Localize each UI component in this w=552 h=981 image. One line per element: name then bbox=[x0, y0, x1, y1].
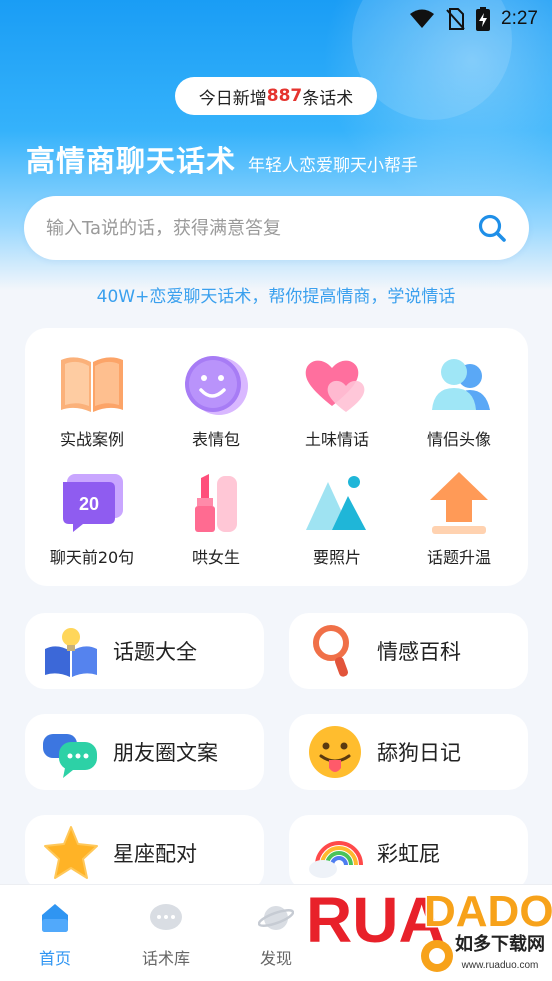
card-topic-collection[interactable]: 话题大全 bbox=[25, 613, 264, 689]
card-emotion-encyclopedia[interactable]: 情感百科 bbox=[289, 613, 528, 689]
svg-text:www.ruaduo.com: www.ruaduo.com bbox=[461, 960, 539, 971]
grid-item-first-20[interactable]: 20 聊天前20句 bbox=[32, 468, 152, 578]
banner-suffix: 条话术 bbox=[302, 88, 354, 109]
grid-item-stickers[interactable]: 表情包 bbox=[156, 350, 276, 460]
grid-item-couple-avatars[interactable]: 情侣头像 bbox=[399, 350, 519, 460]
banner-prefix: 今日新增 bbox=[198, 88, 267, 109]
nav-label: 发现 bbox=[259, 949, 292, 968]
svg-text:20: 20 bbox=[79, 494, 99, 514]
open-book-icon bbox=[57, 350, 127, 420]
home-icon bbox=[42, 904, 68, 932]
banner-count: 887 bbox=[266, 86, 303, 106]
card-label: 情感百科 bbox=[377, 640, 461, 664]
chat-bubbles-icon bbox=[43, 724, 99, 780]
card-label: 朋友圈文案 bbox=[113, 741, 218, 765]
chat-20-icon: 20 bbox=[57, 468, 127, 538]
grid-label: 实战案例 bbox=[59, 430, 124, 449]
up-arrow-icon bbox=[424, 468, 494, 538]
card-label: 星座配对 bbox=[113, 842, 197, 866]
rainbow-cloud-icon bbox=[307, 825, 363, 881]
search-bar bbox=[24, 196, 529, 260]
card-zodiac-match[interactable]: 星座配对 bbox=[25, 815, 264, 891]
app-subtitle: 年轻人恋爱聊天小帮手 bbox=[248, 156, 419, 176]
smiley-icon bbox=[181, 350, 251, 420]
card-label: 舔狗日记 bbox=[377, 741, 461, 765]
card-label: 话题大全 bbox=[113, 640, 197, 664]
hearts-icon bbox=[302, 350, 372, 420]
couple-avatar-icon bbox=[424, 350, 494, 420]
status-time: 2:27 bbox=[501, 8, 538, 29]
nav-label: 首页 bbox=[38, 949, 71, 968]
tongue-emoji-icon bbox=[307, 724, 363, 780]
chat-dots-icon bbox=[150, 904, 182, 930]
grid-label: 要照片 bbox=[312, 548, 361, 567]
planet-icon bbox=[258, 906, 294, 930]
grid-label: 聊天前20句 bbox=[49, 548, 135, 567]
svg-text:DADO: DADO bbox=[424, 887, 552, 936]
grid-item-cheesy-lines[interactable]: 土味情话 bbox=[277, 350, 397, 460]
mountain-photo-icon bbox=[302, 468, 372, 538]
app-title-row: 高情商聊天话术 年轻人恋爱聊天小帮手 bbox=[26, 138, 418, 180]
tagline: 40W+恋爱聊天话术，帮你提高情商，学说情话 bbox=[96, 287, 456, 307]
nav-home[interactable]: 首页 bbox=[15, 901, 95, 969]
battery-charging-icon bbox=[476, 7, 491, 31]
card-label: 彩虹屁 bbox=[377, 842, 440, 866]
card-simp-diary[interactable]: 舔狗日记 bbox=[289, 714, 528, 790]
nav-label: 话术库 bbox=[141, 949, 190, 968]
grid-item-coax-girls[interactable]: 哄女生 bbox=[156, 468, 276, 578]
status-bar: 2:27 bbox=[0, 0, 552, 38]
grid-item-cases[interactable]: 实战案例 bbox=[32, 350, 152, 460]
grid-label: 话题升温 bbox=[426, 548, 491, 567]
nav-scripts[interactable]: 话术库 bbox=[126, 901, 206, 969]
svg-text:如多下载网: 如多下载网 bbox=[455, 933, 545, 955]
lipstick-icon bbox=[181, 468, 251, 538]
search-button[interactable] bbox=[475, 211, 509, 245]
wifi-icon bbox=[410, 9, 435, 28]
feature-grid: 实战案例 表情包 土味情话 情侣头像 20 聊天前20句 哄女生 要照片 话题升… bbox=[25, 328, 528, 586]
search-icon bbox=[478, 214, 506, 242]
grid-label: 表情包 bbox=[191, 430, 240, 449]
no-sim-icon bbox=[446, 8, 465, 30]
app-title: 高情商聊天话术 bbox=[26, 144, 237, 178]
magnifier-icon bbox=[307, 623, 363, 679]
site-watermark-logo: RUA DADO 如多下载网 www.ruaduo.com bbox=[302, 876, 552, 981]
grid-item-topic-warmup[interactable]: 话题升温 bbox=[399, 468, 519, 578]
grid-label: 土味情话 bbox=[304, 430, 369, 449]
book-bulb-icon bbox=[43, 623, 99, 679]
star-icon bbox=[43, 825, 99, 881]
grid-label: 情侣头像 bbox=[426, 430, 491, 449]
search-input[interactable] bbox=[46, 217, 475, 239]
new-today-banner: 今日新增 887 条话术 bbox=[175, 77, 377, 115]
grid-item-ask-photos[interactable]: 要照片 bbox=[277, 468, 397, 578]
card-moments-copy[interactable]: 朋友圈文案 bbox=[25, 714, 264, 790]
grid-label: 哄女生 bbox=[191, 548, 240, 567]
